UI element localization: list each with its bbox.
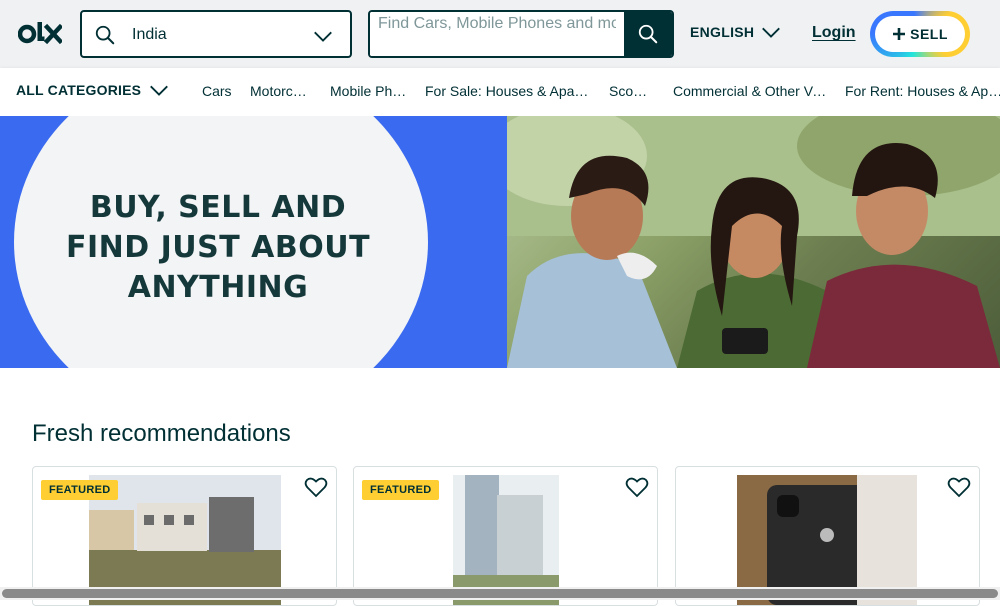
category-bar: ALL CATEGORIES Cars Motorcycles Mobile P… [0, 68, 1000, 116]
banner-text-panel: BUY, SELL AND FIND JUST ABOUT ANYTHING [0, 116, 507, 368]
sell-button[interactable]: SELL [870, 11, 970, 57]
search-input[interactable] [370, 12, 624, 56]
category-motorcycles[interactable]: Motorcycles [250, 83, 310, 99]
language-selector[interactable]: ENGLISH [690, 24, 754, 40]
people-photo-illustration [507, 116, 1000, 368]
featured-badge: FEATURED [41, 480, 119, 500]
all-categories-button[interactable]: ALL CATEGORIES [16, 82, 141, 98]
banner-headline: BUY, SELL AND FIND JUST ABOUT ANYTHING [65, 190, 371, 305]
search-bar [368, 10, 674, 58]
chevron-down-icon[interactable] [760, 21, 782, 43]
search-button[interactable] [624, 12, 672, 56]
section-title: Fresh recommendations [32, 420, 291, 447]
listing-card[interactable] [675, 466, 980, 606]
category-houses-rent[interactable]: For Rent: Houses & Apartments [845, 83, 1000, 99]
chevron-down-icon[interactable] [312, 25, 334, 47]
listing-card[interactable]: FEATURED [353, 466, 658, 606]
category-commercial-vehicles[interactable]: Commercial & Other Vehicles [673, 83, 829, 99]
heart-icon[interactable] [947, 475, 971, 499]
category-mobile-phones[interactable]: Mobile Phones [330, 83, 409, 99]
hero-banner[interactable]: BUY, SELL AND FIND JUST ABOUT ANYTHING [0, 116, 1000, 368]
featured-badge: FEATURED [362, 480, 440, 500]
category-cars[interactable]: Cars [202, 83, 236, 99]
top-header: India ENGLISH Login SELL [0, 0, 1000, 68]
heart-icon[interactable] [304, 475, 328, 499]
olx-logo[interactable] [18, 20, 62, 48]
listing-image [737, 475, 917, 605]
sell-button-inner: SELL [875, 16, 965, 52]
chevron-down-icon[interactable] [148, 79, 170, 101]
heart-icon[interactable] [625, 475, 649, 499]
category-scooters[interactable]: Scooters [609, 83, 651, 99]
login-link[interactable]: Login [812, 24, 856, 42]
listing-card[interactable]: FEATURED [32, 466, 337, 606]
sell-label: SELL [910, 26, 948, 42]
banner-photo [507, 116, 1000, 368]
listing-image [453, 475, 559, 605]
search-icon [638, 24, 658, 44]
category-houses-sale[interactable]: For Sale: Houses & Apartments [425, 83, 592, 99]
location-value: India [132, 26, 167, 43]
plus-icon [893, 28, 906, 40]
horizontal-scrollbar[interactable] [2, 589, 998, 598]
location-selector[interactable]: India [80, 10, 352, 58]
search-icon [95, 25, 115, 45]
